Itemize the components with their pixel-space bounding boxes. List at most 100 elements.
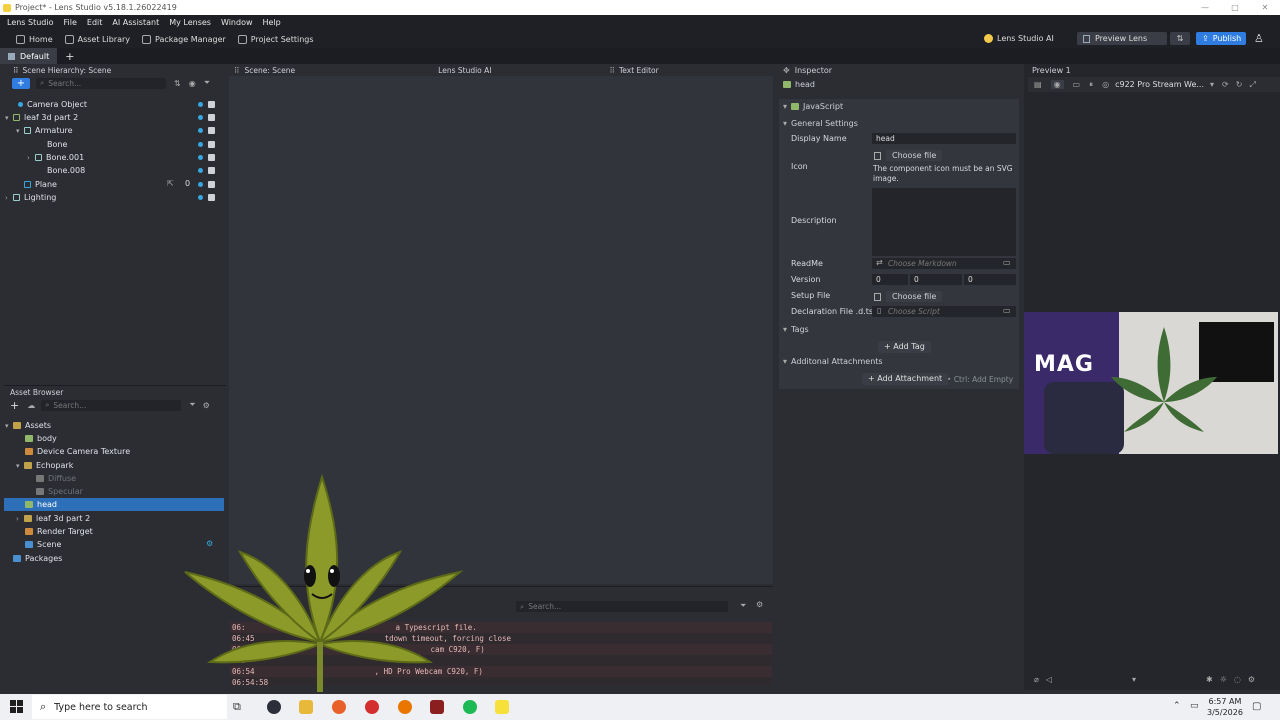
asset-item-specular[interactable]: Specular xyxy=(36,485,83,498)
eye-icon[interactable]: ◉ xyxy=(189,79,196,88)
filter-icon[interactable]: ⏷ xyxy=(204,78,210,88)
console-filter-icon[interactable]: ⏷ xyxy=(740,601,746,611)
readme-input[interactable]: Choose Markdown xyxy=(872,258,1016,269)
asset-item-scene[interactable]: Scene xyxy=(25,538,61,551)
menu-my-lenses[interactable]: My Lenses xyxy=(169,18,211,27)
menu-help[interactable]: Help xyxy=(263,18,281,27)
hierarchy-item-leaf[interactable]: ▾ leaf 3d part 2 xyxy=(5,111,78,124)
minimize-button[interactable]: — xyxy=(1190,0,1220,15)
enable-checkbox[interactable] xyxy=(208,141,215,148)
asset-item-render-target[interactable]: Render Target xyxy=(25,525,93,538)
preview-options-button[interactable]: ⇅ xyxy=(1170,32,1190,45)
asset-item-head[interactable]: head xyxy=(25,498,57,511)
firefox-icon[interactable] xyxy=(332,700,346,714)
version-minor-input[interactable]: 0 xyxy=(910,274,962,285)
pause-icon[interactable]: ⏸ xyxy=(1089,80,1093,90)
mic-off-icon[interactable]: ⌀ xyxy=(1034,675,1039,684)
hierarchy-item-bone[interactable]: Bone xyxy=(36,138,67,151)
preview-image[interactable]: MAG xyxy=(1024,312,1278,454)
folder-open-icon[interactable]: ▭ xyxy=(1003,306,1011,315)
enable-checkbox[interactable] xyxy=(208,127,215,134)
version-patch-input[interactable]: 0 xyxy=(964,274,1016,285)
file-explorer-icon[interactable] xyxy=(299,700,313,714)
task-view-icon[interactable]: ⧉ xyxy=(233,700,241,714)
folder-open-icon[interactable]: ▭ xyxy=(1003,258,1011,267)
sort-icon[interactable]: ⇅ xyxy=(174,79,181,88)
menu-edit[interactable]: Edit xyxy=(87,18,103,27)
notifications-icon[interactable]: ▢ xyxy=(1252,701,1261,712)
icon-choose-file-button[interactable]: Choose file xyxy=(886,150,943,161)
record-app-icon[interactable] xyxy=(365,700,379,714)
lens-studio-taskbar-icon[interactable] xyxy=(495,700,509,714)
cloud-icon[interactable]: ☁ xyxy=(27,401,35,410)
asset-library-button[interactable]: Asset Library xyxy=(64,34,130,44)
tab-scene[interactable]: Scene: Scene xyxy=(245,66,296,75)
menu-ai-assistant[interactable]: AI Assistant xyxy=(112,18,159,27)
menu-lens-studio[interactable]: Lens Studio xyxy=(7,18,54,27)
setup-choose-file-button[interactable]: Choose file xyxy=(886,291,943,302)
maximize-button[interactable]: □ xyxy=(1220,0,1250,15)
camera-mode-icon[interactable]: ◉ xyxy=(1050,80,1064,89)
speaker-icon[interactable]: ◁ xyxy=(1046,675,1052,684)
close-button[interactable]: ✕ xyxy=(1250,0,1280,15)
reset-icon[interactable]: ↻ xyxy=(1236,80,1243,89)
asset-item-echopark[interactable]: ▾ Echopark xyxy=(16,459,73,472)
app-icon[interactable] xyxy=(430,700,444,714)
add-object-button[interactable]: + xyxy=(12,77,30,89)
gear-icon[interactable]: ⚙ xyxy=(1248,675,1255,684)
eye-icon[interactable]: ◎ xyxy=(1102,80,1109,89)
asset-search-input[interactable]: ⌕ Search... xyxy=(41,399,182,411)
visibility-dot[interactable] xyxy=(198,102,203,107)
add-tab-button[interactable]: + xyxy=(65,50,74,63)
taskbar-clock[interactable]: 6:57 AM 3/5/2026 xyxy=(1207,696,1243,718)
add-attachment-button[interactable]: + Add Attachment xyxy=(862,373,949,385)
preview-lens-button[interactable]: Preview Lens xyxy=(1077,32,1167,45)
blender-icon[interactable] xyxy=(398,700,412,714)
layout-icon[interactable]: ▤ xyxy=(1034,80,1042,89)
general-settings-header[interactable]: ▾ General Settings xyxy=(783,119,858,128)
publish-button[interactable]: ⇪ Publish xyxy=(1196,32,1246,45)
visibility-dot[interactable] xyxy=(198,195,203,200)
tab-default[interactable]: Default xyxy=(0,48,58,64)
visibility-dot[interactable] xyxy=(198,142,203,147)
add-asset-button[interactable]: + xyxy=(10,399,19,412)
home-button[interactable]: Home xyxy=(16,34,53,44)
spotify-icon[interactable] xyxy=(463,700,477,714)
taskbar-search-box[interactable]: ⌕ Type here to search xyxy=(32,695,227,719)
enable-checkbox[interactable] xyxy=(208,154,215,161)
hierarchy-item-plane[interactable]: Plane xyxy=(16,178,57,191)
enable-checkbox[interactable] xyxy=(208,101,215,108)
hierarchy-item-camera[interactable]: Camera Object xyxy=(10,98,87,111)
description-textarea[interactable] xyxy=(872,188,1016,256)
tray-chevron-up-icon[interactable]: ⌃ xyxy=(1173,701,1181,711)
console-search-input[interactable]: ⌕ Search... xyxy=(516,601,728,612)
attachments-header[interactable]: ▾ Additonal Attachments xyxy=(783,357,883,366)
hierarchy-item-lighting[interactable]: › Lighting xyxy=(5,191,56,204)
refresh-icon[interactable]: ⟳ xyxy=(1222,80,1229,89)
display-name-input[interactable]: head xyxy=(872,133,1016,144)
hierarchy-item-bone-001[interactable]: › Bone.001 xyxy=(27,151,84,164)
lens-studio-ai-button[interactable]: Lens Studio AI xyxy=(984,34,1054,43)
javascript-component-header[interactable]: ▾ JavaScript xyxy=(783,102,843,111)
snapchat-icon[interactable]: ♙ xyxy=(1254,32,1264,45)
tags-header[interactable]: ▾ Tags xyxy=(783,325,809,334)
hierarchy-item-armature[interactable]: ▾ Armature xyxy=(16,124,73,137)
package-manager-button[interactable]: Package Manager xyxy=(142,34,226,44)
project-settings-button[interactable]: Project Settings xyxy=(237,34,314,44)
console-gear-icon[interactable]: ⚙ xyxy=(756,600,763,609)
expand-icon[interactable]: ⤢ xyxy=(1249,80,1255,90)
enable-checkbox[interactable] xyxy=(208,181,215,188)
visibility-dot[interactable] xyxy=(198,168,203,173)
asset-item-leaf[interactable]: › leaf 3d part 2 xyxy=(16,512,90,525)
add-tag-button[interactable]: + Add Tag xyxy=(878,341,931,353)
menu-file[interactable]: File xyxy=(64,18,77,27)
enable-checkbox[interactable] xyxy=(208,114,215,121)
menu-window[interactable]: Window xyxy=(221,18,253,27)
chevron-down-icon[interactable]: ▾ xyxy=(1210,80,1214,89)
tab-text-editor[interactable]: Text Editor xyxy=(619,66,659,75)
asset-item-packages[interactable]: Packages xyxy=(5,552,62,565)
asset-item-body[interactable]: body xyxy=(25,432,57,445)
camera-select[interactable]: c922 Pro Stream We... xyxy=(1115,80,1204,89)
circle-icon[interactable]: ◌ xyxy=(1234,675,1241,684)
obs-icon[interactable] xyxy=(267,700,281,714)
